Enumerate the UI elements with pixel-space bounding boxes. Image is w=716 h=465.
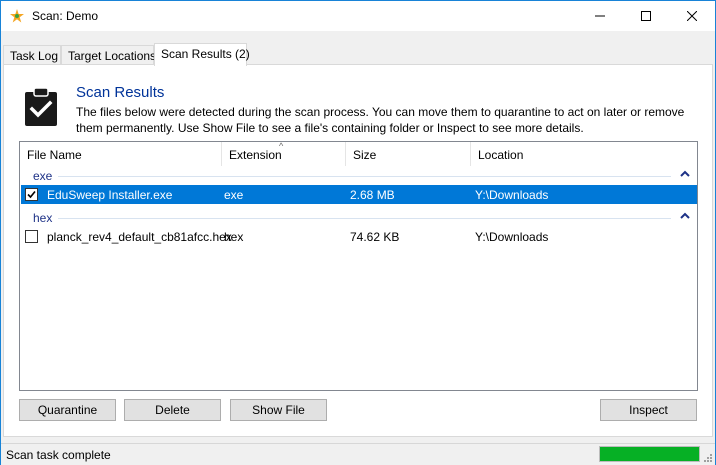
location-cell: Y:\Downloads — [475, 188, 549, 202]
maximize-icon — [641, 11, 651, 21]
group-divider — [58, 218, 671, 219]
minimize-button[interactable] — [577, 1, 623, 31]
table-row[interactable]: EduSweep Installer.exe exe 2.68 MB Y:\Do… — [21, 185, 697, 204]
app-star-icon — [10, 9, 24, 23]
maximize-button[interactable] — [623, 1, 669, 31]
status-bar: Scan task complete — [1, 443, 715, 465]
file-name-cell: EduSweep Installer.exe — [47, 188, 173, 202]
inspect-button[interactable]: Inspect — [600, 399, 697, 421]
title-bar[interactable]: Scan: Demo — [1, 1, 715, 31]
row-checkbox[interactable] — [25, 230, 38, 243]
column-header-location[interactable]: Location — [471, 142, 697, 166]
column-header-extension[interactable]: Extension — [222, 142, 346, 166]
page-description: The files below were detected during the… — [76, 105, 685, 135]
group-divider — [58, 176, 671, 177]
tab-target-locations[interactable]: Target Locations — [61, 45, 156, 65]
progress-bar — [599, 446, 700, 462]
extension-cell: hex — [224, 230, 244, 244]
group-header-exe[interactable]: exe — [20, 167, 697, 185]
group-header-hex[interactable]: hex — [20, 209, 697, 227]
collapse-chevron-icon[interactable] — [678, 209, 692, 223]
row-checkbox[interactable] — [25, 188, 38, 201]
progress-fill — [600, 447, 699, 461]
extension-cell: exe — [224, 188, 244, 202]
checkmark-icon — [27, 190, 36, 199]
group-label: exe — [33, 169, 53, 183]
window-title: Scan: Demo — [32, 9, 99, 23]
collapse-chevron-icon[interactable] — [678, 167, 692, 181]
tab-scan-results[interactable]: Scan Results (2) — [154, 43, 250, 66]
close-icon — [687, 11, 697, 21]
location-cell: Y:\Downloads — [475, 230, 549, 244]
table-row[interactable]: planck_rev4_default_cb81afcc.hex hex 74.… — [21, 227, 697, 246]
page-title: Scan Results — [76, 84, 165, 101]
sort-ascending-icon: ^ — [279, 141, 284, 151]
size-cell: 74.62 KB — [350, 230, 400, 244]
minimize-icon — [595, 15, 605, 17]
tab-task-log[interactable]: Task Log — [3, 45, 61, 65]
status-text: Scan task complete — [6, 448, 111, 462]
results-list[interactable]: File Name Extension ^ Size Location exe … — [19, 141, 698, 391]
column-header-size[interactable]: Size — [346, 142, 471, 166]
scan-window: Scan: Demo Task Log Target Locations Sca… — [0, 0, 716, 465]
clipboard-check-icon — [25, 87, 57, 126]
delete-button[interactable]: Delete — [124, 399, 221, 421]
close-button[interactable] — [669, 1, 715, 31]
file-name-cell: planck_rev4_default_cb81afcc.hex — [47, 230, 232, 244]
size-cell: 2.68 MB — [350, 188, 395, 202]
quarantine-button[interactable]: Quarantine — [19, 399, 116, 421]
group-label: hex — [33, 211, 53, 225]
resize-grip-icon[interactable] — [702, 452, 713, 463]
show-file-button[interactable]: Show File — [230, 399, 327, 421]
column-header-file-name[interactable]: File Name — [20, 142, 222, 166]
